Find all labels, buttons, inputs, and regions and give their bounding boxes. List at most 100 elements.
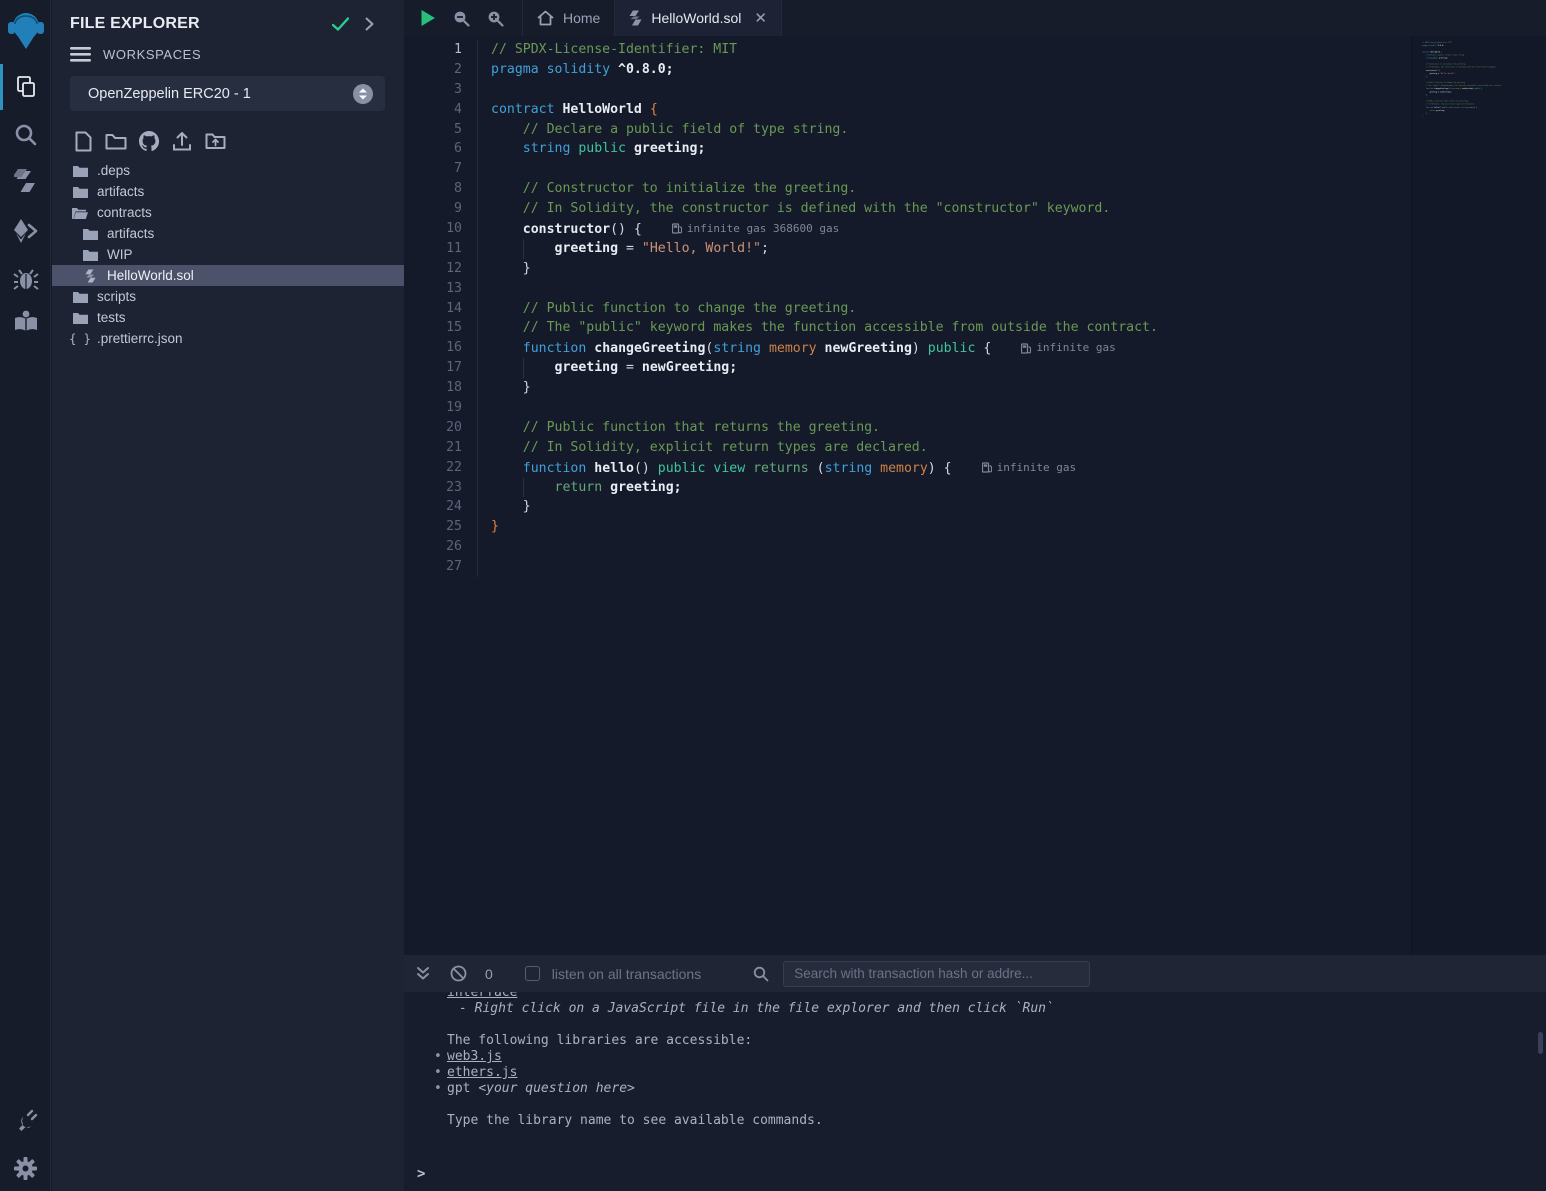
solidity-compiler-icon[interactable] [0, 168, 51, 196]
zoom-in-icon[interactable] [487, 10, 504, 27]
line-number: 22 [404, 458, 462, 478]
tree-item-contracts[interactable]: contracts [52, 202, 404, 223]
workspace-sort-icon[interactable] [353, 84, 373, 104]
folder-icon [72, 289, 88, 305]
line-number: 15 [404, 318, 462, 338]
learneth-icon[interactable] [0, 308, 51, 336]
code-editor[interactable]: 1// SPDX-License-Identifier: MIT2pragma … [404, 36, 1546, 955]
transaction-count: 0 [485, 966, 493, 982]
new-folder-icon[interactable] [104, 129, 128, 153]
chevron-right-icon[interactable] [365, 17, 374, 31]
braces-icon: { } [72, 331, 88, 347]
tree-item-label: .deps [97, 163, 130, 178]
line-number: 2 [404, 60, 462, 80]
upload-folder-icon[interactable] [203, 129, 227, 153]
line-number: 19 [404, 398, 462, 418]
terminal-line: The following libraries are accessible: [447, 1033, 1546, 1049]
terminal-output[interactable]: interface- Right click on a JavaScript f… [404, 992, 1546, 1191]
code-line: 9 // In Solidity, the constructor is def… [404, 199, 1546, 219]
check-icon[interactable] [332, 17, 349, 31]
terminal-scrollbar[interactable] [1538, 1032, 1543, 1054]
code-line: 4contract HelloWorld { [404, 100, 1546, 120]
remix-logo-icon[interactable] [0, 8, 51, 52]
plugin-manager-icon[interactable] [0, 1106, 51, 1134]
run-script-button[interactable] [420, 9, 436, 27]
hamburger-menu-icon[interactable] [70, 47, 91, 62]
line-number: 27 [404, 557, 462, 577]
settings-gear-icon[interactable] [0, 1154, 51, 1182]
editor: Home HelloWorld.sol ✕ 1// SPDX-License-I… [404, 0, 1546, 955]
line-number: 21 [404, 438, 462, 458]
new-file-icon[interactable] [71, 129, 95, 153]
tab-home[interactable]: Home [522, 0, 614, 36]
clear-console-icon[interactable] [450, 965, 467, 982]
terminal-line[interactable]: interface [447, 992, 1546, 1001]
code-line: 12 } [404, 259, 1546, 279]
gas-estimate-annotation: infinite gas [1021, 338, 1115, 358]
code-line: 16 function changeGreeting(string memory… [404, 338, 1546, 358]
code-line: 15 // The "public" keyword makes the fun… [404, 318, 1546, 338]
code-line: 21 // In Solidity, explicit return types… [404, 438, 1546, 458]
code-line: 5 // Declare a public field of type stri… [404, 120, 1546, 140]
line-number: 17 [404, 358, 462, 378]
code-line: 1// SPDX-License-Identifier: MIT [404, 40, 1546, 60]
tree-item-tests[interactable]: tests [52, 307, 404, 328]
file-tree: .depsartifactscontractsartifactsWIPHello… [52, 160, 404, 349]
search-icon[interactable] [0, 121, 51, 149]
line-number: 24 [404, 497, 462, 517]
zoom-out-icon[interactable] [453, 10, 470, 27]
terminal-line[interactable]: •web3.js [447, 1049, 1546, 1065]
line-number: 16 [404, 338, 462, 358]
tree-item-label: .prettierrc.json [97, 331, 183, 346]
code-line: 7 [404, 159, 1546, 179]
workspace-selected-value: OpenZeppelin ERC20 - 1 [88, 86, 353, 102]
line-number: 25 [404, 517, 462, 537]
listen-transactions-label: listen on all transactions [552, 966, 701, 982]
tab-helloworld-sol[interactable]: HelloWorld.sol ✕ [614, 0, 782, 36]
solidity-file-icon [629, 10, 642, 26]
tree-item--deps[interactable]: .deps [52, 160, 404, 181]
tree-item--prettierrc-json[interactable]: { } .prettierrc.json [52, 328, 404, 349]
terminal-search-icon [753, 966, 769, 982]
code-line: 6 string public greeting; [404, 139, 1546, 159]
line-number: 8 [404, 179, 462, 199]
upload-file-icon[interactable] [170, 129, 194, 153]
expand-terminal-icon[interactable] [416, 966, 430, 981]
editor-tabbar: Home HelloWorld.sol ✕ [404, 0, 1546, 36]
terminal-link[interactable]: web3.js [447, 1049, 502, 1064]
terminal-header: 0 listen on all transactions [404, 955, 1546, 992]
line-number: 4 [404, 100, 462, 120]
tree-item-label: artifacts [97, 184, 144, 199]
line-number: 23 [404, 478, 462, 498]
close-tab-icon[interactable]: ✕ [754, 9, 767, 27]
listen-transactions-checkbox[interactable] [525, 966, 540, 981]
code-line: 17 greeting = newGreeting; [404, 358, 1546, 378]
deploy-and-run-icon[interactable] [0, 217, 51, 245]
terminal-search-input[interactable] [783, 961, 1090, 987]
line-number: 13 [404, 279, 462, 299]
code-line: 11 greeting = "Hello, World!"; [404, 239, 1546, 259]
terminal-prompt[interactable]: > [417, 1166, 425, 1182]
tree-item-label: HelloWorld.sol [107, 268, 194, 283]
github-clone-icon[interactable] [137, 129, 161, 153]
code-line: 14 // Public function to change the gree… [404, 299, 1546, 319]
terminal-link[interactable]: ethers.js [447, 1065, 517, 1080]
minimap[interactable]: // SPDX-License-Identifier: MITpragma so… [1411, 36, 1546, 955]
file-explorer-icon[interactable] [0, 73, 51, 101]
line-number: 7 [404, 159, 462, 179]
workspace-select[interactable]: OpenZeppelin ERC20 - 1 [70, 76, 385, 111]
tree-item-helloworld-sol[interactable]: HelloWorld.sol [52, 265, 404, 286]
folder-icon [72, 184, 88, 200]
terminal-line[interactable]: •ethers.js [447, 1065, 1546, 1081]
folder-open-icon [72, 205, 88, 221]
code-line: 23 return greeting; [404, 478, 1546, 498]
gas-estimate-annotation: infinite gas 368600 gas [672, 219, 839, 239]
file-toolbar [71, 129, 227, 153]
tree-item-artifacts[interactable]: artifacts [52, 223, 404, 244]
tree-item-wip[interactable]: WIP [52, 244, 404, 265]
tree-item-scripts[interactable]: scripts [52, 286, 404, 307]
tree-item-label: WIP [107, 247, 133, 262]
tree-item-artifacts[interactable]: artifacts [52, 181, 404, 202]
debugger-icon[interactable] [0, 265, 51, 293]
line-number: 18 [404, 378, 462, 398]
